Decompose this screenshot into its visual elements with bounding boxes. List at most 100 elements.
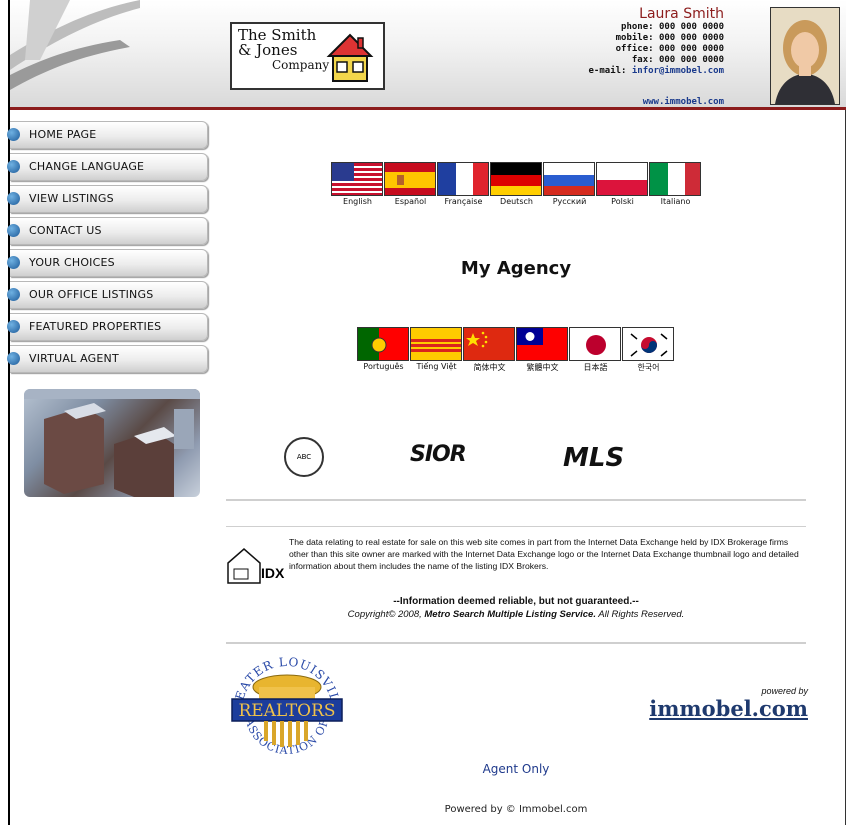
it-flag-icon [649, 162, 701, 196]
agent-email-row: e-mail: infor@immobel.com [589, 66, 724, 77]
flag-traditional-chinese[interactable]: 繁體中文 [516, 327, 569, 373]
flag-caption: 日本語 [583, 363, 608, 372]
nav-label: VIRTUAL AGENT [29, 352, 119, 365]
nav-label: CHANGE LANGUAGE [29, 160, 145, 173]
agent-only-link[interactable]: Agent Only [226, 762, 806, 776]
association-seal-text: ABC [296, 453, 312, 461]
flag-caption: Tiếng Việt [416, 362, 457, 371]
agent-name: Laura Smith [639, 6, 724, 22]
divider [226, 526, 806, 527]
realtors-text: REALTORS [238, 701, 335, 721]
agent-mobile: mobile: 000 000 0000 [615, 33, 724, 43]
flag-italiano[interactable]: Italiano [649, 162, 702, 206]
nav-contact-us[interactable]: CONTACT US [7, 217, 208, 245]
us-flag-icon [331, 162, 383, 196]
pt-flag-icon [357, 327, 409, 361]
flag-russian[interactable]: Русский [543, 162, 596, 206]
immobel-brand: immobel.com [649, 696, 808, 721]
nav-view-listings[interactable]: VIEW LISTINGS [7, 185, 208, 213]
flag-caption: Español [394, 197, 427, 206]
page-title: My Agency [460, 258, 572, 279]
flag-espanol[interactable]: Español [384, 162, 437, 206]
nav-bullet-icon [7, 288, 20, 301]
idx-disclaimer-text: The data relating to real estate for sal… [289, 537, 799, 571]
flag-tieng-viet[interactable]: Tiếng Việt [410, 327, 463, 373]
divider [226, 642, 806, 644]
flag-caption: 繁體中文 [526, 363, 559, 372]
flag-caption: Deutsch [500, 197, 533, 206]
decorative-swoosh-icon [10, 0, 140, 90]
logo-line-3: Company [272, 58, 330, 72]
agent-photo [770, 7, 840, 105]
flag-portugues[interactable]: Português [357, 327, 410, 373]
flag-japanese[interactable]: 日本語 [569, 327, 622, 373]
flag-caption: Française [444, 197, 483, 206]
flag-caption: Polski [611, 197, 634, 206]
flag-korean[interactable]: 한국어 [622, 327, 675, 373]
flag-english[interactable]: English [331, 162, 384, 206]
language-flags-row-2: Português Tiếng Việt 简体中文 繁體中文 日本語 한국어 [357, 327, 675, 373]
sior-logo: SIOR [410, 442, 467, 467]
nav-home-page[interactable]: HOME PAGE [7, 121, 208, 149]
flag-caption: English [343, 197, 372, 206]
es-flag-icon [384, 162, 436, 196]
company-logo[interactable]: The Smith & Jones Company [230, 22, 385, 90]
main-nav: HOME PAGE CHANGE LANGUAGE VIEW LISTINGS … [7, 121, 208, 377]
footer-powered-by: Powered by © Immobel.com [444, 804, 588, 815]
reliability-disclaimer: --Information deemed reliable, but not g… [393, 596, 639, 607]
flag-caption: Русский [552, 197, 587, 206]
tw-flag-icon [516, 327, 568, 361]
nav-label: YOUR CHOICES [29, 256, 115, 269]
copyright-prefix: Copyright© 2008, [347, 609, 425, 620]
website-link[interactable]: www.immobel.com [643, 97, 724, 107]
nav-label: FEATURED PROPERTIES [29, 320, 162, 333]
nav-label: VIEW LISTINGS [29, 192, 114, 205]
nav-bullet-icon [7, 192, 20, 205]
powered-by-label: powered by [761, 686, 808, 696]
nav-bullet-icon [7, 160, 20, 173]
ru-flag-icon [543, 162, 595, 196]
flag-francaise[interactable]: Française [437, 162, 490, 206]
realtors-seal-icon: GREATER LOUISVILLE ASSOCIATION OF REALTO… [219, 638, 343, 761]
agent-email-link[interactable]: infor@immobel.com [632, 66, 724, 76]
agent-office: office: 000 000 0000 [615, 44, 724, 54]
agent-fax: fax: 000 000 0000 [631, 55, 724, 65]
logo-line-2: & Jones [238, 41, 298, 59]
copyright-notice: Copyright© 2008, Metro Search Multiple L… [226, 609, 806, 620]
copyright-org: Metro Search Multiple Listing Service. [424, 609, 596, 620]
pl-flag-icon [596, 162, 648, 196]
nav-bullet-icon [7, 224, 20, 237]
jp-flag-icon [569, 327, 621, 361]
nav-your-choices[interactable]: YOUR CHOICES [7, 249, 208, 277]
de-flag-icon [490, 162, 542, 196]
flag-caption: 简体中文 [473, 363, 506, 372]
agent-phone: phone: 000 000 0000 [621, 22, 724, 32]
agent-email-label: e-mail: [588, 66, 627, 76]
mls-logo: MLS [563, 443, 625, 473]
flag-polski[interactable]: Polski [596, 162, 649, 206]
realtors-association-logo[interactable]: GREATER LOUISVILLE ASSOCIATION OF REALTO… [219, 638, 350, 767]
nav-bullet-icon [7, 128, 20, 141]
nav-featured-properties[interactable]: FEATURED PROPERTIES [7, 313, 208, 341]
nav-virtual-agent[interactable]: VIRTUAL AGENT [7, 345, 208, 373]
powered-by-immobel-logo[interactable]: powered by immobel.com [628, 686, 808, 726]
nav-change-language[interactable]: CHANGE LANGUAGE [7, 153, 208, 181]
agent-contact-block: Laura Smith phone: 000 000 0000 mobile: … [589, 6, 724, 77]
flag-simplified-chinese[interactable]: 简体中文 [463, 327, 516, 373]
copyright-suffix: All Rights Reserved. [595, 609, 685, 620]
divider [226, 499, 806, 501]
association-seal-icon: ABC [284, 437, 324, 477]
nav-label: HOME PAGE [29, 128, 97, 141]
idx-label: IDX [261, 565, 285, 581]
flag-deutsch[interactable]: Deutsch [490, 162, 543, 206]
nav-bullet-icon [7, 352, 20, 365]
nav-our-office-listings[interactable]: OUR OFFICE LISTINGS [7, 281, 208, 309]
cn-flag-icon [463, 327, 515, 361]
flag-caption: Italiano [660, 197, 691, 206]
flag-caption: Português [363, 362, 404, 371]
language-flags-row-1: English Español Française Deutsch Русски… [331, 162, 702, 206]
buildings-illustration-icon [24, 389, 200, 497]
city-aerial-image [24, 389, 200, 497]
house-icon [326, 33, 374, 82]
nav-bullet-icon [7, 256, 20, 269]
